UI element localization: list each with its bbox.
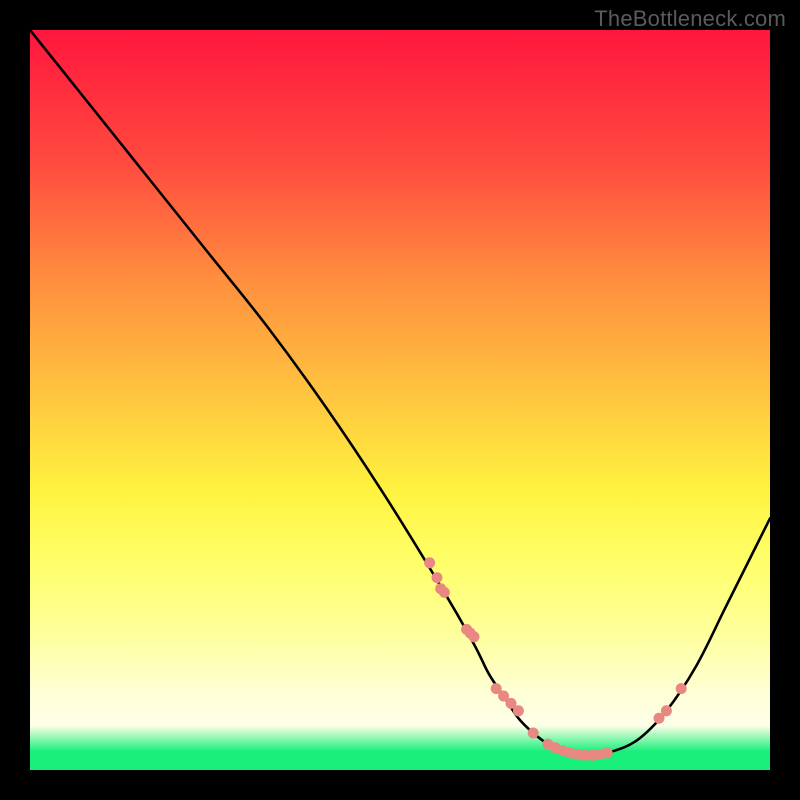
scatter-point xyxy=(528,728,539,739)
scatter-point xyxy=(424,557,435,568)
chart-frame: TheBottleneck.com xyxy=(0,0,800,800)
plot-area xyxy=(30,30,770,770)
scatter-point xyxy=(439,587,450,598)
trend-curve xyxy=(30,30,770,756)
scatter-point xyxy=(469,631,480,642)
scatter-point xyxy=(676,683,687,694)
watermark-text: TheBottleneck.com xyxy=(594,6,786,32)
scatter-point xyxy=(602,747,613,758)
chart-svg xyxy=(30,30,770,770)
scatter-point xyxy=(432,572,443,583)
scatter-point xyxy=(661,705,672,716)
scatter-point xyxy=(513,705,524,716)
